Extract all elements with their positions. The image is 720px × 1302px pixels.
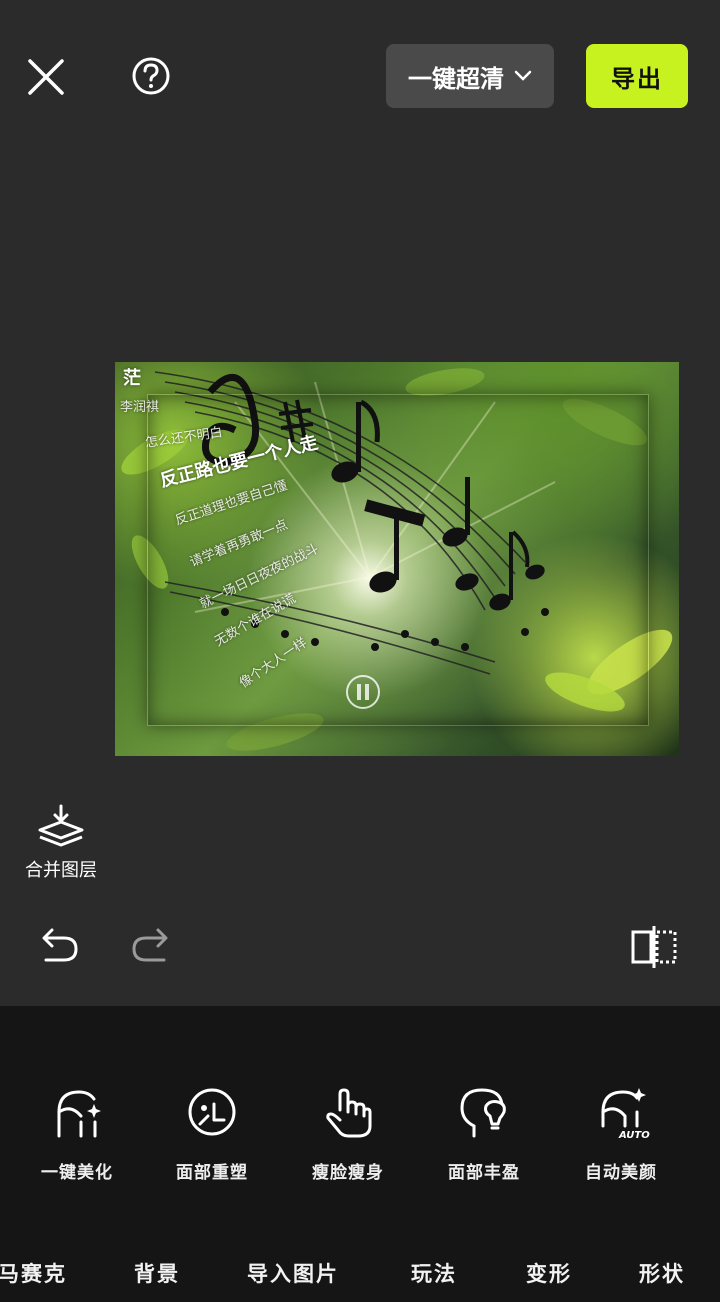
auto-beauty-icon: AUTO [601,1088,650,1141]
tab-shape[interactable]: 形状 [639,1258,685,1288]
tool-label: 面部丰盈 [448,1163,520,1183]
merge-layers-label: 合并图层 [25,860,97,881]
help-button[interactable] [130,55,172,97]
face-reshape-icon [188,1088,236,1136]
canvas-preview[interactable]: 茫 李润祺 怎么还不明白 反正路也要一个人走 反正道理也要自己懂 请学着再勇敢一… [115,362,679,756]
close-icon [28,59,64,95]
help-icon [132,57,170,95]
hd-enhance-label: 一键超清 [408,64,504,93]
tab-play[interactable]: 玩法 [411,1258,457,1288]
undo-button[interactable] [40,926,80,966]
redo-icon [132,928,168,962]
face-fill-icon [460,1088,506,1138]
undo-icon [42,928,78,962]
tool-label: 面部重塑 [176,1163,248,1183]
compare-icon [631,926,677,968]
export-label: 导出 [611,64,663,93]
hand-tap-icon [326,1088,372,1138]
close-button[interactable] [24,55,68,99]
tool-slim-face-body[interactable]: 瘦脸瘦身 [288,1082,408,1183]
svg-text:AUTO: AUTO [618,1130,650,1141]
tab-transform[interactable]: 变形 [526,1258,572,1288]
face-sparkle-icon [57,1090,101,1138]
redo-button[interactable] [130,926,170,966]
merge-layers-button[interactable]: 合并图层 [18,804,104,882]
tool-label: 瘦脸瘦身 [312,1163,384,1183]
inner-frame [147,394,649,726]
tab-mosaic[interactable]: 马赛克 [0,1258,67,1288]
tool-auto-beauty[interactable]: AUTO 自动美颜 [561,1082,681,1183]
tool-face-plump[interactable]: 面部丰盈 [424,1082,544,1183]
tool-label: 自动美颜 [585,1163,657,1183]
export-button[interactable]: 导出 [586,44,688,108]
hd-enhance-dropdown[interactable]: 一键超清 [386,44,554,108]
tool-label: 一键美化 [41,1163,113,1183]
chevron-down-icon [514,70,532,81]
tab-import-image[interactable]: 导入图片 [247,1258,339,1288]
tool-face-reshape[interactable]: 面部重塑 [152,1082,272,1183]
tool-one-click-beautify[interactable]: 一键美化 [17,1082,137,1183]
tab-background[interactable]: 背景 [134,1258,180,1288]
compare-button[interactable] [630,924,678,970]
layers-merge-icon [38,804,84,847]
lyric-line: 茫 [123,368,141,389]
lyric-line: 李润祺 [120,400,160,415]
